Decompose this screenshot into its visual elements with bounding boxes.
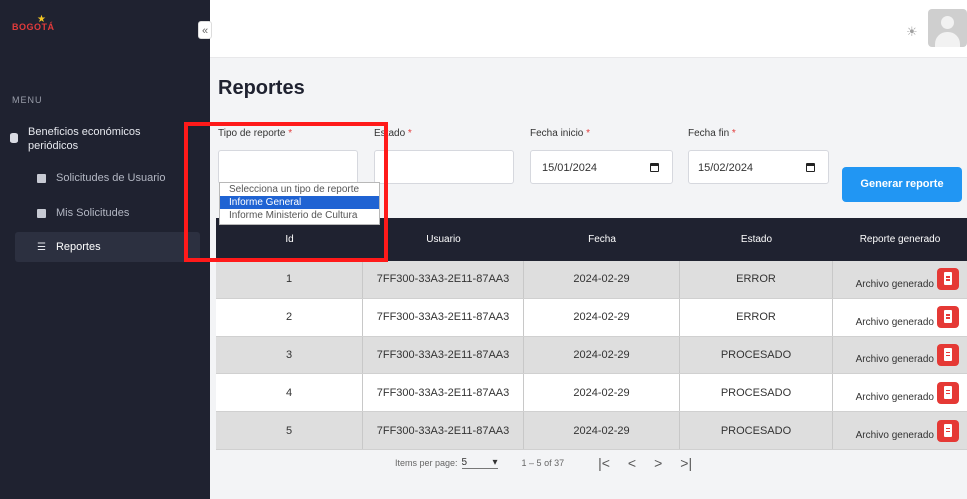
menu-label: MENU bbox=[12, 95, 43, 105]
document-icon bbox=[37, 208, 46, 218]
sidebar-item-reportes[interactable]: ☰ Reportes bbox=[15, 232, 200, 262]
cell-id: 1 bbox=[216, 261, 363, 298]
header-fecha[interactable]: Fecha bbox=[524, 234, 680, 245]
cell-id: 5 bbox=[216, 412, 363, 449]
cell-usuario: 7FF300-33A3-2E11-87AA3 bbox=[363, 374, 524, 412]
avatar[interactable] bbox=[928, 9, 967, 47]
archivo-generado-text: Archivo generado bbox=[855, 316, 934, 328]
cell-usuario: 7FF300-33A3-2E11-87AA3 bbox=[363, 336, 524, 374]
avatar-head bbox=[941, 16, 954, 29]
cell-fecha: 2024-02-29 bbox=[524, 298, 680, 336]
estado-select[interactable] bbox=[374, 150, 514, 184]
cell-reporte: Archivo generado bbox=[833, 419, 967, 442]
document-icon bbox=[37, 173, 46, 183]
header-reporte-generado[interactable]: Reporte generado bbox=[833, 234, 967, 245]
cell-id: 2 bbox=[216, 298, 363, 336]
report-icon: ☰ bbox=[37, 241, 46, 253]
fecha-fin-value: 15/02/2024 bbox=[698, 162, 754, 174]
fecha-inicio-value: 15/01/2024 bbox=[542, 162, 598, 174]
archivo-generado-text: Archivo generado bbox=[855, 354, 934, 366]
next-page-icon[interactable]: > bbox=[654, 455, 662, 471]
sun-icon[interactable]: ☀ bbox=[906, 24, 918, 40]
cell-reporte: Archivo generado bbox=[833, 381, 967, 404]
table-row: 3 7FF300-33A3-2E11-87AA3 2024-02-29 PROC… bbox=[216, 336, 967, 375]
cell-reporte: Archivo generado bbox=[833, 343, 967, 366]
clipboard-icon[interactable] bbox=[937, 419, 959, 442]
clipboard-icon[interactable] bbox=[937, 306, 959, 329]
cell-fecha: 2024-02-29 bbox=[524, 261, 680, 298]
fecha-fin-label: Fecha fin * bbox=[688, 128, 736, 139]
cell-usuario: 7FF300-33A3-2E11-87AA3 bbox=[363, 412, 524, 449]
clipboard-icon[interactable] bbox=[937, 343, 959, 366]
collapse-sidebar-button[interactable]: « bbox=[198, 21, 212, 39]
generar-reporte-button[interactable]: Generar reporte bbox=[842, 167, 962, 202]
page-title: Reportes bbox=[218, 77, 305, 99]
calendar-icon[interactable] bbox=[806, 163, 815, 172]
paginator: Items per page: 5 ▾ 1 – 5 of 37 |< < > >… bbox=[395, 455, 692, 471]
items-per-page-label: Items per page: bbox=[395, 458, 458, 468]
table-row: 2 7FF300-33A3-2E11-87AA3 2024-02-29 ERRO… bbox=[216, 298, 967, 337]
header-estado[interactable]: Estado bbox=[680, 234, 833, 245]
chevron-down-icon: ▾ bbox=[492, 457, 498, 468]
cell-estado: PROCESADO bbox=[680, 374, 833, 412]
clipboard-icon[interactable] bbox=[937, 381, 959, 404]
archivo-generado-text: Archivo generado bbox=[855, 392, 934, 404]
fecha-inicio-label: Fecha inicio * bbox=[530, 128, 591, 139]
cell-usuario: 7FF300-33A3-2E11-87AA3 bbox=[363, 261, 524, 298]
cell-id: 3 bbox=[216, 336, 363, 374]
sidebar-item-solicitudes-usuario[interactable]: Solicitudes de Usuario bbox=[37, 172, 165, 184]
table-row: 5 7FF300-33A3-2E11-87AA3 2024-02-29 PROC… bbox=[216, 412, 967, 450]
cell-id: 4 bbox=[216, 374, 363, 412]
nav-group-beneficios[interactable]: Beneficios económicos periódicos bbox=[10, 125, 200, 153]
sidebar: BOGOTÁ ★ MENU Beneficios económicos peri… bbox=[0, 0, 210, 499]
avatar-body bbox=[935, 32, 960, 47]
archivo-generado-text: Archivo generado bbox=[855, 278, 934, 290]
logo-star-icon: ★ bbox=[37, 14, 46, 25]
cell-estado: ERROR bbox=[680, 261, 833, 298]
page-range: 1 – 5 of 37 bbox=[521, 458, 565, 468]
cell-fecha: 2024-02-29 bbox=[524, 412, 680, 449]
top-bar bbox=[210, 0, 967, 58]
highlight-annotation bbox=[184, 122, 388, 262]
database-icon bbox=[10, 133, 18, 143]
cell-estado: PROCESADO bbox=[680, 336, 833, 374]
cell-fecha: 2024-02-29 bbox=[524, 336, 680, 374]
cell-reporte: Archivo generado bbox=[833, 268, 967, 291]
cell-estado: PROCESADO bbox=[680, 412, 833, 449]
cell-fecha: 2024-02-29 bbox=[524, 374, 680, 412]
table-row: 1 7FF300-33A3-2E11-87AA3 2024-02-29 ERRO… bbox=[216, 261, 967, 299]
sidebar-item-mis-solicitudes[interactable]: Mis Solicitudes bbox=[37, 207, 129, 219]
bogota-logo[interactable]: BOGOTÁ bbox=[12, 22, 55, 32]
last-page-icon[interactable]: >| bbox=[680, 455, 692, 471]
cell-reporte: Archivo generado bbox=[833, 306, 967, 329]
clipboard-icon[interactable] bbox=[937, 268, 959, 291]
archivo-generado-text: Archivo generado bbox=[855, 430, 934, 442]
table-row: 4 7FF300-33A3-2E11-87AA3 2024-02-29 PROC… bbox=[216, 374, 967, 413]
prev-page-icon[interactable]: < bbox=[628, 455, 636, 471]
calendar-icon[interactable] bbox=[650, 163, 659, 172]
page-nav: |< < > >| bbox=[598, 455, 692, 471]
page-size-select[interactable]: 5 ▾ bbox=[461, 457, 498, 469]
first-page-icon[interactable]: |< bbox=[598, 455, 610, 471]
cell-usuario: 7FF300-33A3-2E11-87AA3 bbox=[363, 298, 524, 336]
nav-group-label: Beneficios económicos periódicos bbox=[28, 126, 141, 152]
cell-estado: ERROR bbox=[680, 298, 833, 336]
